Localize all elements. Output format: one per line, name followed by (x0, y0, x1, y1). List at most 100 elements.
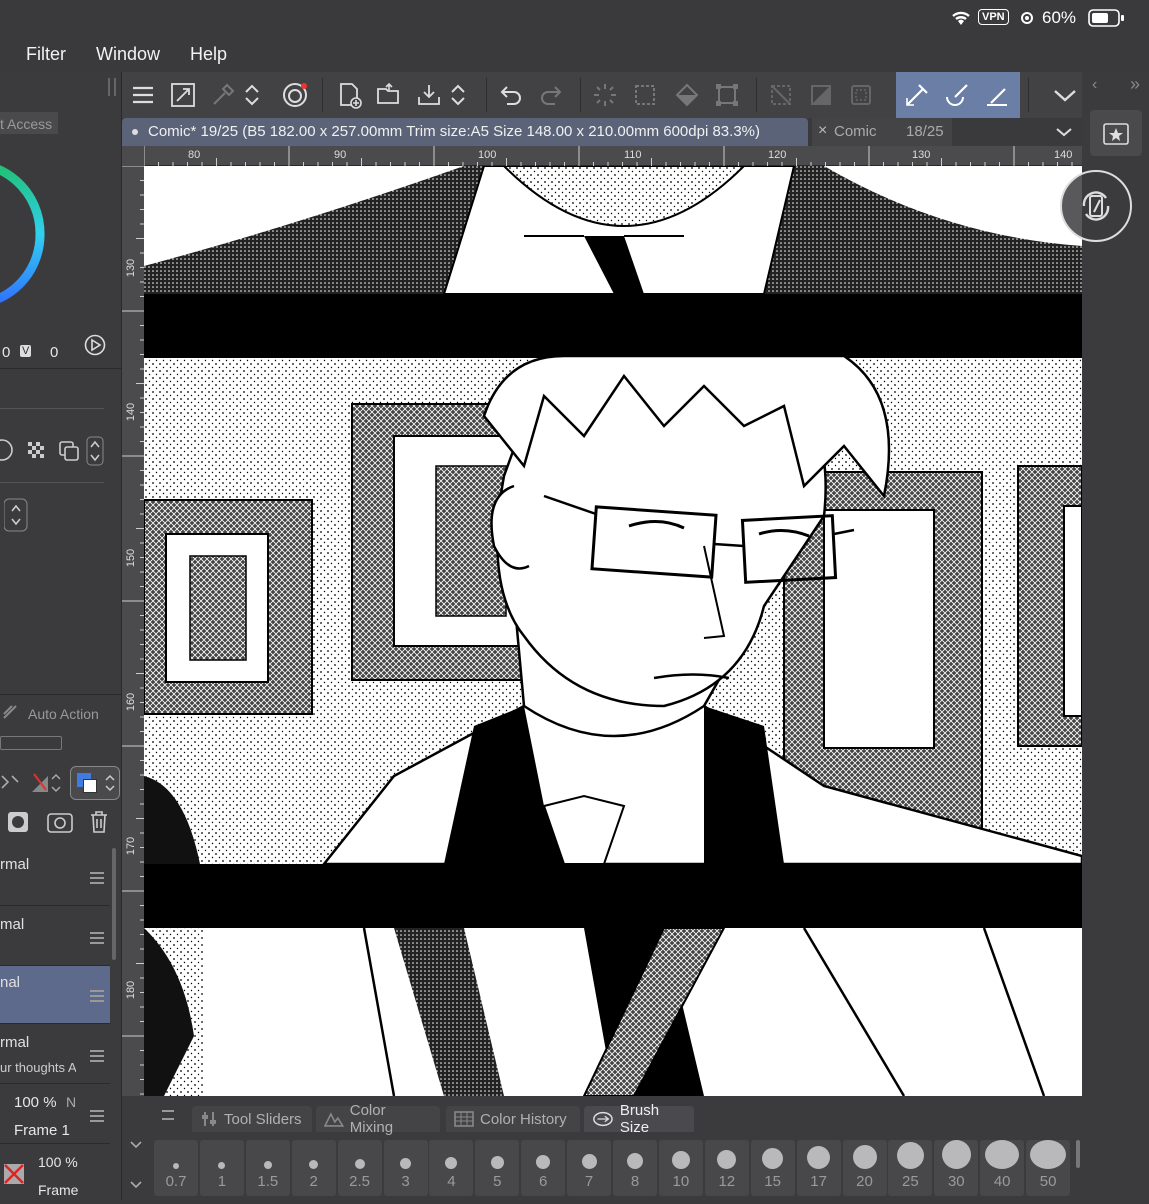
tab-color-mixing[interactable]: Color Mixing (316, 1102, 440, 1136)
brush-size-button[interactable]: 25 (888, 1140, 933, 1196)
transform-button[interactable] (710, 78, 744, 112)
chevron-down-icon[interactable] (128, 1138, 144, 1152)
drawing-canvas[interactable] (144, 166, 1082, 1096)
tab-color-history[interactable]: Color History (446, 1106, 580, 1132)
mask-icon[interactable] (30, 768, 66, 798)
brush-size-button[interactable]: 50 (1026, 1140, 1071, 1196)
layer-row[interactable]: 100 % Frame (0, 1146, 110, 1204)
invert-selection-button[interactable] (804, 78, 838, 112)
brush-size-label: 50 (1039, 1173, 1057, 1190)
fill-button[interactable] (670, 78, 704, 112)
palette-menu-icon[interactable] (162, 1110, 174, 1120)
brush-size-button[interactable]: 10 (658, 1140, 703, 1196)
layer-mode-icon[interactable] (0, 768, 24, 798)
chevron-down-icon[interactable] (1054, 124, 1074, 140)
border-button[interactable] (844, 78, 878, 112)
trash-icon[interactable] (88, 810, 110, 834)
brush-size-button[interactable]: 5 (475, 1140, 520, 1196)
panel-grip[interactable] (108, 78, 116, 96)
chevron-updown-icon[interactable] (86, 436, 104, 466)
brush-size-button[interactable]: 4 (429, 1140, 474, 1196)
layer-copy-icon[interactable] (58, 440, 80, 462)
color-wheel[interactable] (0, 134, 50, 334)
layer-row[interactable]: mal (0, 908, 110, 966)
dither-icon[interactable] (26, 440, 46, 460)
brush-size-label: 5 (493, 1173, 502, 1190)
menu-icon[interactable] (90, 932, 104, 944)
layer-camera-icon[interactable] (46, 810, 74, 834)
brush-size-button[interactable]: 6 (521, 1140, 566, 1196)
updown-button[interactable] (448, 78, 468, 112)
undo-button[interactable] (494, 78, 528, 112)
chevron-updown-icon[interactable] (4, 498, 28, 532)
close-icon[interactable]: × (818, 122, 827, 140)
toolbar-expand-button[interactable] (1048, 78, 1082, 112)
double-chevron-right-icon[interactable]: » (1130, 74, 1140, 95)
brush-size-button[interactable]: 0.7 (154, 1140, 198, 1196)
vpn-badge: VPN (978, 9, 1009, 25)
brush-size-button[interactable]: 2.5 (337, 1140, 382, 1196)
brush-size-button[interactable]: 20 (842, 1140, 887, 1196)
layer-row[interactable]: 100 % N Frame 1 (0, 1086, 110, 1144)
updown-button[interactable] (242, 78, 262, 112)
fit-screen-button[interactable] (166, 78, 200, 112)
play-icon[interactable] (84, 334, 106, 356)
spiral-button[interactable] (278, 78, 312, 112)
layer-row[interactable]: rmal (0, 848, 110, 906)
brush-size-button[interactable]: 12 (704, 1140, 749, 1196)
layer-row-selected[interactable]: nal (0, 966, 110, 1024)
rotate-canvas-button[interactable] (1060, 170, 1132, 242)
brush-size-button[interactable]: 2 (291, 1140, 336, 1196)
color-swatch-button[interactable] (70, 766, 120, 800)
ruler-ticks (122, 166, 144, 1095)
brush-size-button[interactable]: 15 (750, 1140, 795, 1196)
border-icon (851, 85, 871, 105)
menu-window[interactable]: Window (96, 44, 160, 65)
document-tab-active[interactable]: Comic* 19/25 (B5 182.00 x 257.00mm Trim … (122, 118, 808, 146)
new-page-button[interactable] (332, 78, 366, 112)
brush-tool-button[interactable] (940, 78, 974, 112)
quick-access-tab[interactable]: t Access (0, 112, 58, 134)
auto-action-tab[interactable]: Auto Action (28, 706, 99, 722)
brush-size-button[interactable]: 1.5 (245, 1140, 290, 1196)
open-button[interactable] (372, 78, 406, 112)
brush-size-button[interactable]: 17 (796, 1140, 841, 1196)
redo-button[interactable] (534, 78, 568, 112)
tab-tool-sliders[interactable]: Tool Sliders (192, 1106, 312, 1132)
save-button[interactable] (412, 78, 446, 112)
opacity-slider[interactable] (0, 736, 62, 750)
deselect-button[interactable] (764, 78, 798, 112)
tab-brush-size[interactable]: Brush Size (584, 1102, 694, 1136)
brush-list-scrollbar[interactable] (1076, 1140, 1080, 1168)
menu-icon[interactable] (90, 872, 104, 884)
brush-size-button[interactable]: 30 (934, 1140, 979, 1196)
menu-icon[interactable] (90, 990, 104, 1002)
brush-size-button[interactable]: 7 (567, 1140, 612, 1196)
eyedropper-button[interactable] (206, 78, 240, 112)
menu-icon[interactable] (90, 1050, 104, 1062)
pen-tool-button[interactable] (900, 78, 934, 112)
brush-size-button[interactable]: 3 (383, 1140, 428, 1196)
layer-opacity: 100 % (38, 1154, 78, 1170)
pencil-tool-button[interactable] (980, 78, 1014, 112)
select-button[interactable] (628, 78, 662, 112)
materials-button[interactable] (1090, 110, 1142, 156)
chevron-down-icon[interactable] (128, 1178, 144, 1192)
hamburger-button[interactable] (126, 78, 160, 112)
layer-row[interactable]: rmal ur thoughts An (0, 1026, 110, 1084)
expand-icon (171, 83, 195, 107)
menu-icon[interactable] (90, 1110, 104, 1122)
chevron-left-icon[interactable]: ‹ (1092, 76, 1097, 94)
brush-size-button[interactable]: 8 (613, 1140, 657, 1196)
blend-icon[interactable] (0, 438, 16, 462)
ruler-label: 80 (188, 149, 201, 161)
layer-scrollbar[interactable] (112, 848, 116, 960)
clear-button[interactable] (588, 78, 622, 112)
layer-mask-icon[interactable] (6, 810, 30, 834)
ruler-label: 100 (478, 149, 497, 161)
brush-size-button[interactable]: 40 (980, 1140, 1025, 1196)
menu-filter[interactable]: Filter (26, 44, 66, 65)
brush-size-button[interactable]: 1 (199, 1140, 244, 1196)
divider (0, 368, 122, 369)
menu-help[interactable]: Help (190, 44, 227, 65)
